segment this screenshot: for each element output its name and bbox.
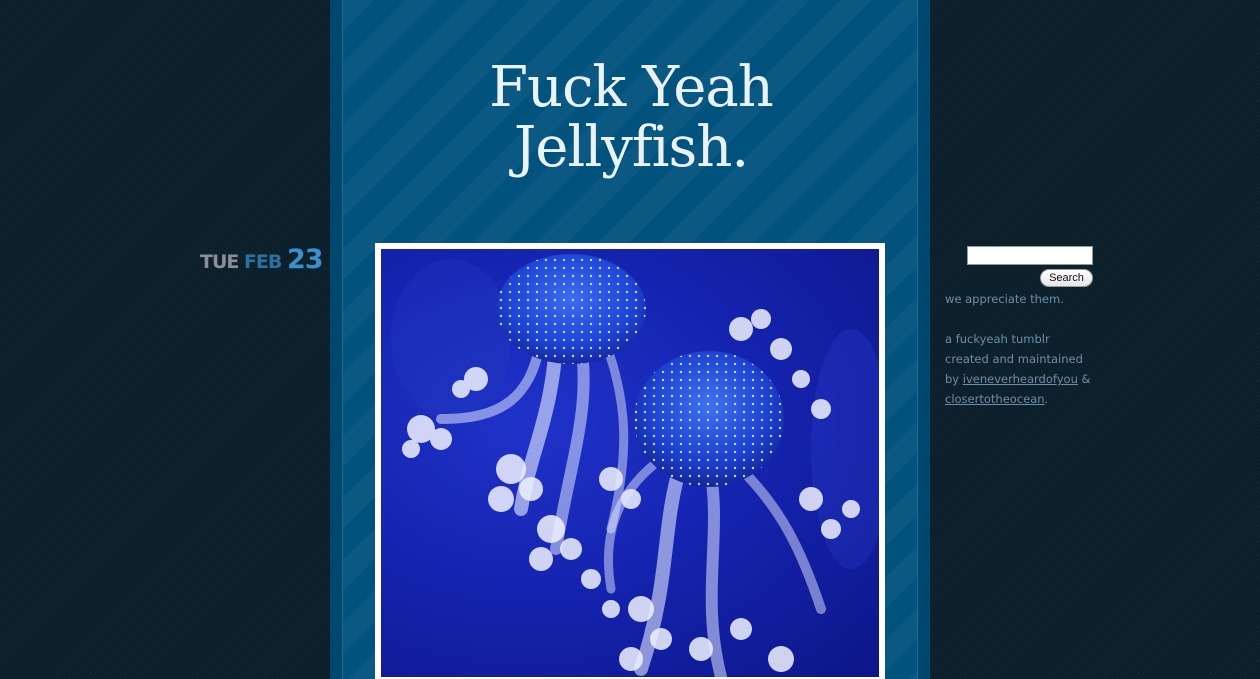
post-photo-frame: [375, 243, 885, 679]
author-link-closertotheocean[interactable]: closertotheocean: [945, 392, 1045, 406]
author-link-iveneverheardofyou[interactable]: iveneverheardofyou: [963, 372, 1078, 386]
search-input[interactable]: [967, 246, 1093, 265]
post-date-month: FEB: [243, 251, 282, 273]
post-date-weekday: TUE: [200, 251, 239, 273]
sidebar-by-text: by: [945, 372, 960, 386]
sidebar-ampersand: &: [1081, 372, 1091, 386]
sidebar-about-line4: closertotheocean.: [945, 389, 1105, 409]
blog-title[interactable]: Fuck Yeah Jellyfish.: [343, 58, 919, 178]
sidebar-tagline: we appreciate them.: [945, 292, 1064, 306]
sidebar-about-line2: created and maintained: [945, 352, 1083, 366]
sidebar-about-line1: a fuckyeah tumblr: [945, 332, 1050, 346]
jellyfish-photo[interactable]: [381, 249, 879, 677]
sidebar-about-line3: by iveneverheardofyou &: [945, 369, 1105, 389]
post-date-day: 23: [286, 244, 324, 275]
sidebar-period: .: [1044, 392, 1049, 406]
blog-title-line1: Fuck Yeah: [489, 55, 774, 120]
blog-title-line2: Jellyfish.: [513, 115, 749, 180]
jellyfish-illustration: [391, 254, 879, 677]
sidebar-description: we appreciate them. a fuckyeah tumblr cr…: [945, 289, 1105, 409]
post-date: TUE FEB 23: [200, 244, 324, 275]
search-button[interactable]: Search: [1040, 269, 1093, 287]
